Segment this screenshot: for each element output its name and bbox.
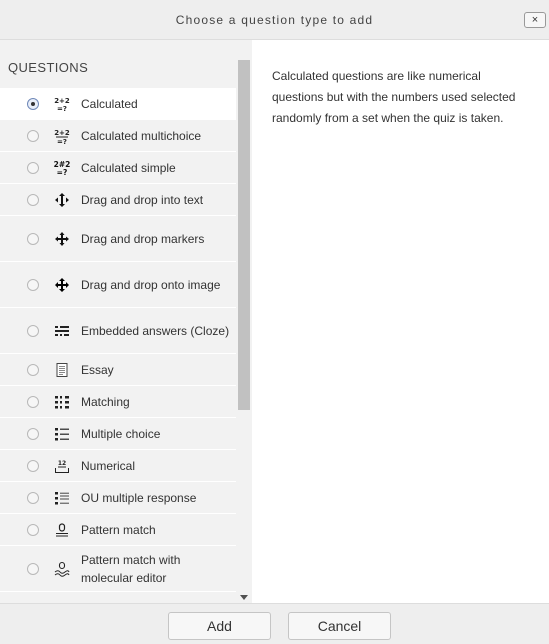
question-type-label: Essay	[81, 362, 114, 377]
question-type-label: Multiple choice	[81, 426, 161, 441]
svg-text:2+2: 2+2	[54, 129, 70, 137]
close-button[interactable]: ×	[524, 12, 546, 28]
question-type-radio[interactable]	[27, 232, 39, 245]
question-type-label: Embedded answers (Cloze)	[81, 323, 230, 338]
question-type-label: Drag and drop into text	[81, 192, 204, 207]
question-type-radio[interactable]	[27, 491, 39, 504]
question-type-pmatch[interactable]: Pattern match	[0, 514, 236, 546]
question-type-label: OU multiple response	[81, 490, 197, 505]
question-type-list: QUESTIONS 2+2 =? Calculated 2+2 =? Calcula…	[0, 40, 252, 603]
pattern-match-molecular-icon	[54, 561, 70, 577]
question-type-multichoice[interactable]: Multiple choice	[0, 418, 236, 450]
question-type-label: Numerical	[81, 458, 136, 473]
essay-icon	[54, 362, 70, 378]
question-type-radio[interactable]	[27, 97, 39, 110]
drag-drop-image-icon	[54, 277, 70, 293]
question-type-radio[interactable]	[27, 562, 39, 575]
question-type-radio[interactable]	[27, 395, 39, 408]
cloze-icon	[54, 323, 70, 339]
calculated-multichoice-icon: 2+2 =?	[54, 128, 70, 144]
question-type-ddwtos[interactable]: Drag and drop into text	[0, 184, 236, 216]
question-type-radio[interactable]	[27, 363, 39, 376]
question-type-calculated[interactable]: 2+2 =? Calculated	[0, 88, 236, 120]
ou-multiple-response-icon	[54, 490, 70, 506]
question-type-radio[interactable]	[27, 459, 39, 472]
question-type-pmatchjme[interactable]: Pattern match with molecular editor	[0, 546, 236, 592]
svg-text:=?: =?	[57, 105, 67, 112]
question-list-scrollbar[interactable]	[236, 40, 252, 603]
question-type-calculated-simple[interactable]: 2#2 =? Calculated simple	[0, 152, 236, 184]
dialog-titlebar: Choose a question type to add ×	[0, 0, 549, 40]
svg-text:2+2: 2+2	[54, 97, 70, 105]
question-chooser-dialog: Choose a question type to add × QUESTION…	[0, 0, 549, 644]
multiple-choice-icon	[54, 426, 70, 442]
question-type-radio[interactable]	[27, 523, 39, 536]
question-type-radio[interactable]	[27, 324, 39, 337]
question-type-label: Drag and drop markers	[81, 231, 205, 246]
question-type-calculated-multichoice[interactable]: 2+2 =? Calculated multichoice	[0, 120, 236, 152]
svg-text:=?: =?	[57, 138, 67, 144]
question-type-label: Matching	[81, 394, 130, 409]
question-type-description: Calculated questions are like numerical …	[272, 69, 516, 125]
question-type-ddimageortext[interactable]: Drag and drop onto image	[0, 262, 236, 308]
dialog-title: Choose a question type to add	[175, 13, 374, 27]
question-type-label: Calculated	[81, 96, 138, 111]
question-type-label: Pattern match	[81, 522, 156, 537]
question-type-label: Calculated simple	[81, 160, 176, 175]
scrollbar-thumb[interactable]	[238, 60, 250, 410]
questions-heading: QUESTIONS	[8, 60, 89, 75]
question-type-essay[interactable]: Essay	[0, 354, 236, 386]
question-type-match[interactable]: Matching	[0, 386, 236, 418]
drag-drop-markers-icon	[54, 231, 70, 247]
pattern-match-icon	[54, 522, 70, 538]
question-type-radio[interactable]	[27, 278, 39, 291]
dialog-footer: Add Cancel	[0, 603, 549, 644]
question-type-radio[interactable]	[27, 193, 39, 206]
svg-text:12: 12	[58, 460, 66, 467]
question-type-label: Pattern match with molecular editor	[81, 552, 181, 585]
drag-drop-text-icon	[54, 192, 70, 208]
calculated-simple-icon: 2#2 =?	[54, 160, 70, 176]
add-button[interactable]: Add	[168, 612, 271, 640]
cancel-button[interactable]: Cancel	[288, 612, 391, 640]
question-type-radio[interactable]	[27, 161, 39, 174]
question-type-multianswer[interactable]: Embedded answers (Cloze)	[0, 308, 236, 354]
question-type-radio[interactable]	[27, 427, 39, 440]
question-type-oumultiresponse[interactable]: OU multiple response	[0, 482, 236, 514]
question-type-numerical[interactable]: 12 Numerical	[0, 450, 236, 482]
question-type-label: Drag and drop onto image	[81, 277, 221, 292]
question-type-label: Calculated multichoice	[81, 128, 202, 143]
question-type-ddmarker[interactable]: Drag and drop markers	[0, 216, 236, 262]
scroll-down-arrow-icon[interactable]	[240, 595, 248, 600]
calculated-icon: 2+2 =?	[54, 96, 70, 112]
question-type-rows: 2+2 =? Calculated 2+2 =? Calculated multic…	[0, 88, 236, 592]
matching-icon	[54, 394, 70, 410]
question-type-radio[interactable]	[27, 129, 39, 142]
numerical-icon: 12	[54, 458, 70, 474]
svg-text:=?: =?	[57, 168, 68, 176]
